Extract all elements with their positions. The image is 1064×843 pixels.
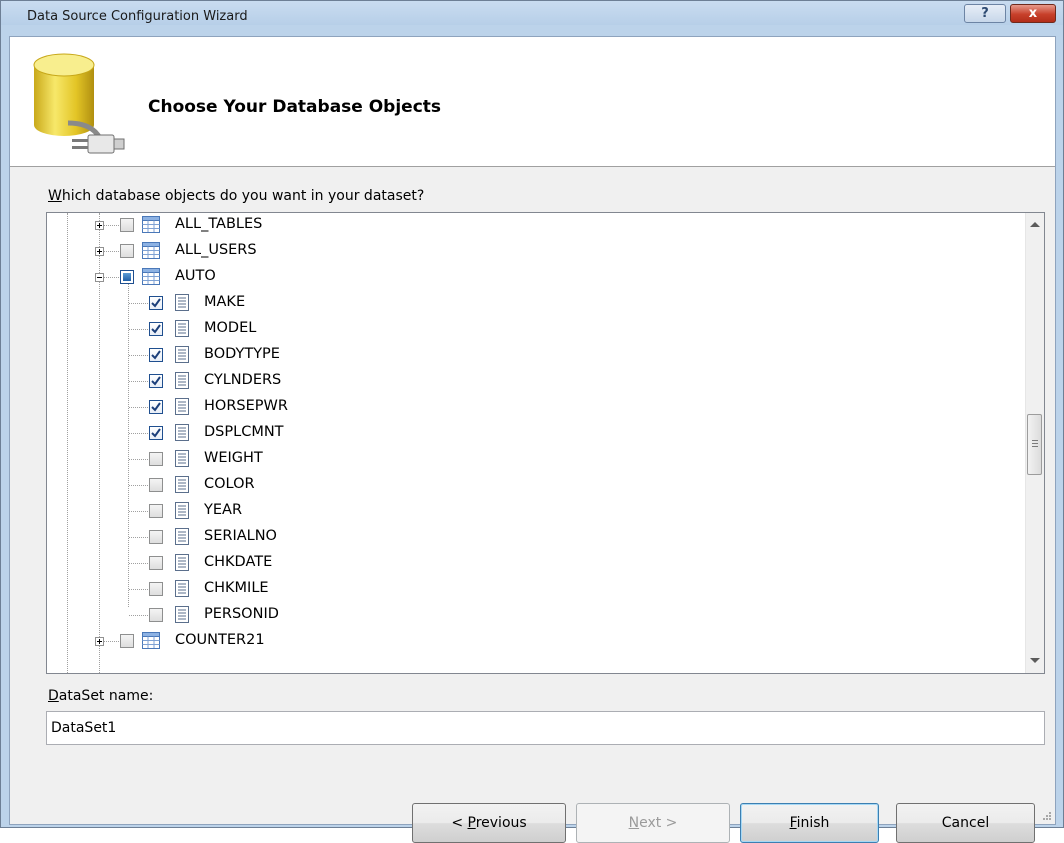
node-checkbox[interactable]	[120, 634, 134, 648]
help-button[interactable]: ?	[964, 4, 1006, 23]
column-icon	[175, 424, 193, 441]
node-label: MAKE	[204, 294, 246, 310]
tree-column-node[interactable]: CYLNDERS	[47, 369, 1007, 394]
node-checkbox[interactable]	[149, 426, 163, 440]
table-icon	[142, 242, 160, 259]
column-icon	[175, 528, 193, 545]
page-title: Choose Your Database Objects	[148, 97, 442, 117]
collapse-icon[interactable]	[95, 273, 104, 282]
wizard-header: Choose Your Database Objects	[10, 37, 1055, 167]
tree-scrollbar[interactable]	[1025, 213, 1044, 673]
node-label: DSPLCMNT	[204, 424, 284, 440]
tree-column-node[interactable]: YEAR	[47, 499, 1007, 524]
table-icon	[142, 268, 160, 285]
wizard-body: Choose Your Database Objects Which datab…	[9, 36, 1056, 843]
node-label: CYLNDERS	[204, 372, 282, 388]
scroll-up-arrow-icon[interactable]	[1030, 222, 1040, 227]
expand-icon[interactable]	[95, 221, 104, 230]
node-checkbox[interactable]	[149, 478, 163, 492]
resize-grip-icon[interactable]	[1042, 811, 1052, 821]
scroll-down-arrow-icon[interactable]	[1030, 658, 1040, 663]
objects-prompt: Which database objects do you want in yo…	[48, 188, 425, 204]
node-label: HORSEPWR	[204, 398, 288, 414]
node-label: PERSONID	[204, 606, 279, 622]
node-label: MODEL	[204, 320, 257, 336]
node-checkbox[interactable]	[149, 582, 163, 596]
column-icon	[175, 398, 193, 415]
tree-column-node[interactable]: MODEL	[47, 317, 1007, 342]
node-checkbox[interactable]	[149, 608, 163, 622]
column-icon	[175, 450, 193, 467]
node-label: AUTO	[175, 268, 216, 284]
column-icon	[175, 320, 193, 337]
column-icon	[175, 554, 193, 571]
tree-table-node[interactable]: ALL_TABLES	[47, 213, 1007, 238]
expand-icon[interactable]	[95, 247, 104, 256]
node-checkbox[interactable]	[149, 400, 163, 414]
table-icon	[142, 216, 160, 233]
tree-column-node[interactable]: CHKMILE	[47, 577, 1007, 602]
previous-button[interactable]: < Previous	[412, 803, 566, 843]
close-button[interactable]: x	[1010, 4, 1056, 23]
expand-icon[interactable]	[95, 637, 104, 646]
node-checkbox[interactable]	[149, 504, 163, 518]
node-checkbox[interactable]	[120, 244, 134, 258]
column-icon	[175, 476, 193, 493]
dataset-name-input[interactable]: DataSet1	[46, 711, 1045, 745]
title-bar[interactable]: Data Source Configuration Wizard ? x	[1, 1, 1063, 25]
database-objects-tree[interactable]: ALL_TABLES ALL_USERS AUTO MAKE MODEL BODYTYPE…	[46, 212, 1045, 674]
node-label: COUNTER21	[175, 632, 265, 648]
next-button[interactable]: Next >	[576, 803, 730, 843]
node-label: ALL_USERS	[175, 242, 257, 258]
column-icon	[175, 346, 193, 363]
node-label: ALL_TABLES	[175, 216, 263, 232]
node-checkbox[interactable]	[120, 270, 134, 284]
node-label: BODYTYPE	[204, 346, 280, 362]
node-checkbox[interactable]	[120, 218, 134, 232]
cancel-button[interactable]: Cancel	[896, 803, 1035, 843]
node-label: WEIGHT	[204, 450, 263, 466]
column-icon	[175, 580, 193, 597]
tree-table-node[interactable]: COUNTER21	[47, 629, 1007, 654]
node-checkbox[interactable]	[149, 530, 163, 544]
column-icon	[175, 294, 193, 311]
tree-column-node[interactable]: WEIGHT	[47, 447, 1007, 472]
node-label: SERIALNO	[204, 528, 277, 544]
tree-column-node[interactable]: PERSONID	[47, 603, 1007, 628]
node-label: CHKDATE	[204, 554, 273, 570]
tree-column-node[interactable]: COLOR	[47, 473, 1007, 498]
column-icon	[175, 502, 193, 519]
tree-table-node[interactable]: ALL_USERS	[47, 239, 1007, 264]
tree-column-node[interactable]: BODYTYPE	[47, 343, 1007, 368]
column-icon	[175, 606, 193, 623]
node-checkbox[interactable]	[149, 296, 163, 310]
database-plug-icon	[33, 53, 125, 154]
window-title: Data Source Configuration Wizard	[27, 9, 248, 24]
tree-column-node[interactable]: CHKDATE	[47, 551, 1007, 576]
node-checkbox[interactable]	[149, 374, 163, 388]
node-checkbox[interactable]	[149, 452, 163, 466]
finish-button[interactable]: Finish	[740, 803, 879, 843]
tree-table-node[interactable]: AUTO	[47, 265, 1007, 290]
tree-column-node[interactable]: HORSEPWR	[47, 395, 1007, 420]
node-label: COLOR	[204, 476, 255, 492]
node-checkbox[interactable]	[149, 556, 163, 570]
node-checkbox[interactable]	[149, 322, 163, 336]
tree-column-node[interactable]: SERIALNO	[47, 525, 1007, 550]
wizard-window: Data Source Configuration Wizard ? x Cho…	[0, 0, 1064, 843]
node-label: YEAR	[204, 502, 243, 518]
tree-column-node[interactable]: DSPLCMNT	[47, 421, 1007, 446]
table-icon	[142, 632, 160, 649]
tree-column-node[interactable]: MAKE	[47, 291, 1007, 316]
dataset-name-label: DataSet name:	[48, 688, 154, 704]
scroll-thumb[interactable]	[1027, 414, 1042, 475]
node-label: CHKMILE	[204, 580, 269, 596]
column-icon	[175, 372, 193, 389]
node-checkbox[interactable]	[149, 348, 163, 362]
